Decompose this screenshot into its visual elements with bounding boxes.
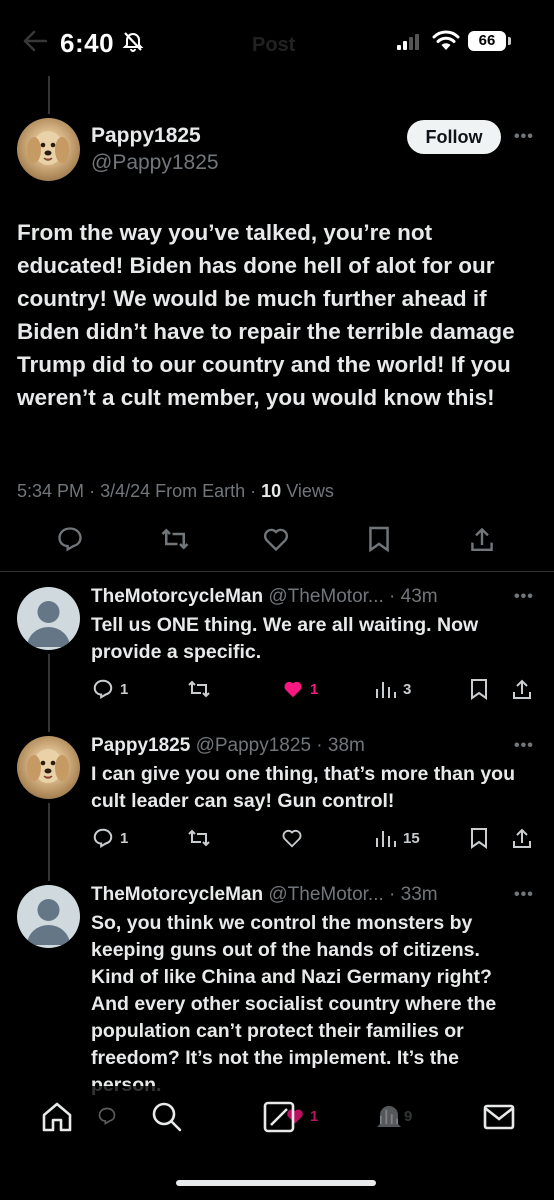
reply-author[interactable]: TheMotorcycleMan @TheMotor... · 33m: [91, 884, 438, 906]
meta-separator: ·: [250, 481, 262, 501]
reply-display-name[interactable]: TheMotorcycleMan: [91, 884, 263, 905]
default-avatar-icon: [27, 899, 70, 945]
reply-handle[interactable]: @TheMotor...: [268, 884, 383, 905]
reply-count[interactable]: 1: [91, 678, 128, 700]
view-count-value: 3: [403, 680, 412, 698]
back-arrow-icon[interactable]: [22, 30, 48, 52]
more-options-icon[interactable]: •••: [514, 886, 534, 904]
dog-avatar-image: [27, 131, 69, 165]
wifi-icon: [432, 30, 460, 50]
bookmark-icon[interactable]: [470, 827, 488, 849]
share-icon[interactable]: [512, 678, 532, 700]
home-icon[interactable]: [40, 1100, 74, 1134]
bookmark-icon[interactable]: [368, 525, 390, 553]
heart-icon[interactable]: [280, 827, 304, 849]
view-count[interactable]: 15: [374, 827, 420, 849]
reply-display-name[interactable]: TheMotorcycleMan: [91, 586, 263, 607]
heart-icon[interactable]: [262, 525, 290, 553]
retweet-icon[interactable]: [160, 525, 190, 553]
thread-connector: [48, 654, 50, 732]
post-date[interactable]: 3/4/24: [100, 481, 150, 501]
dog-avatar-image: [27, 749, 69, 783]
view-count[interactable]: 3: [374, 678, 411, 700]
reply-icon: [98, 1107, 116, 1125]
views-label: Views: [286, 481, 334, 501]
reply-author[interactable]: TheMotorcycleMan @TheMotor... · 43m: [91, 586, 438, 608]
like-count-value: 1: [310, 680, 319, 698]
heart-filled-icon: [284, 681, 302, 698]
avatar[interactable]: [17, 118, 80, 181]
author-handle[interactable]: @Pappy1825: [91, 151, 219, 175]
like-count[interactable]: 1: [281, 678, 318, 700]
reply-text: I can give you one thing, that’s more th…: [91, 763, 515, 812]
cellular-signal-icon: [397, 34, 419, 50]
bookmark-icon[interactable]: [470, 678, 488, 700]
more-options-icon[interactable]: •••: [514, 588, 534, 606]
reply-count-value: 1: [120, 680, 129, 698]
author-display-name[interactable]: Pappy1825: [91, 124, 201, 148]
status-time: 6:40: [60, 28, 115, 58]
reply-age: · 43m: [389, 586, 438, 607]
meta-separator: ·: [89, 481, 101, 501]
battery-indicator: 66: [468, 31, 506, 51]
share-icon[interactable]: [512, 827, 532, 849]
divider: [0, 571, 554, 572]
more-options-icon[interactable]: •••: [514, 737, 534, 755]
reply-age: · 33m: [389, 884, 438, 905]
like-count-value: 1: [310, 1107, 319, 1125]
avatar[interactable]: [17, 885, 80, 948]
post-meta: 5:34 PM · 3/4/24 From Earth · 10 Views: [17, 481, 334, 502]
share-icon[interactable]: [470, 525, 494, 553]
reply-count[interactable]: 1: [91, 827, 128, 849]
post-source: From Earth: [155, 481, 246, 501]
reply-display-name[interactable]: Pappy1825: [91, 735, 190, 756]
views-icon: [376, 682, 396, 698]
views-count[interactable]: 10: [261, 481, 281, 501]
retweet-icon[interactable]: [186, 678, 212, 700]
grok-icon[interactable]: [262, 1100, 296, 1134]
reply-handle[interactable]: @Pappy1825: [196, 735, 311, 756]
post-time[interactable]: 5:34 PM: [17, 481, 84, 501]
reply-age: · 38m: [316, 735, 365, 756]
reply-icon: [93, 828, 113, 849]
home-indicator[interactable]: [176, 1180, 376, 1186]
status-bar: Post 6:40 66: [0, 0, 554, 76]
reply-count-value: 1: [120, 829, 129, 847]
view-count-value: 15: [403, 829, 420, 847]
avatar[interactable]: [17, 736, 80, 799]
views-icon: [376, 831, 396, 847]
thread-connector: [48, 76, 50, 114]
search-icon[interactable]: [150, 1100, 184, 1134]
post-text: From the way you’ve talked, you’re not e…: [17, 220, 515, 410]
mail-icon[interactable]: [482, 1100, 516, 1134]
reply-author[interactable]: Pappy1825 @Pappy1825 · 38m: [91, 735, 365, 757]
reply-handle[interactable]: @TheMotor...: [268, 586, 383, 607]
header-title: Post: [252, 34, 296, 56]
avatar[interactable]: [17, 587, 80, 650]
battery-cap: [508, 37, 511, 45]
bell-icon[interactable]: [372, 1100, 406, 1134]
reply-text: So, you think we control the monsters by…: [91, 912, 497, 1096]
follow-button[interactable]: Follow: [407, 120, 501, 154]
reply-text: Tell us ONE thing. We are all waiting. N…: [91, 614, 479, 663]
thread-connector: [48, 803, 50, 881]
default-avatar-icon: [27, 601, 70, 647]
reply-actions-behind-nav: [96, 1106, 118, 1126]
retweet-icon[interactable]: [186, 827, 212, 849]
reply-icon[interactable]: [56, 525, 84, 553]
bell-muted-icon: [122, 32, 144, 52]
more-options-icon[interactable]: •••: [514, 128, 534, 146]
reply-icon: [93, 679, 113, 700]
